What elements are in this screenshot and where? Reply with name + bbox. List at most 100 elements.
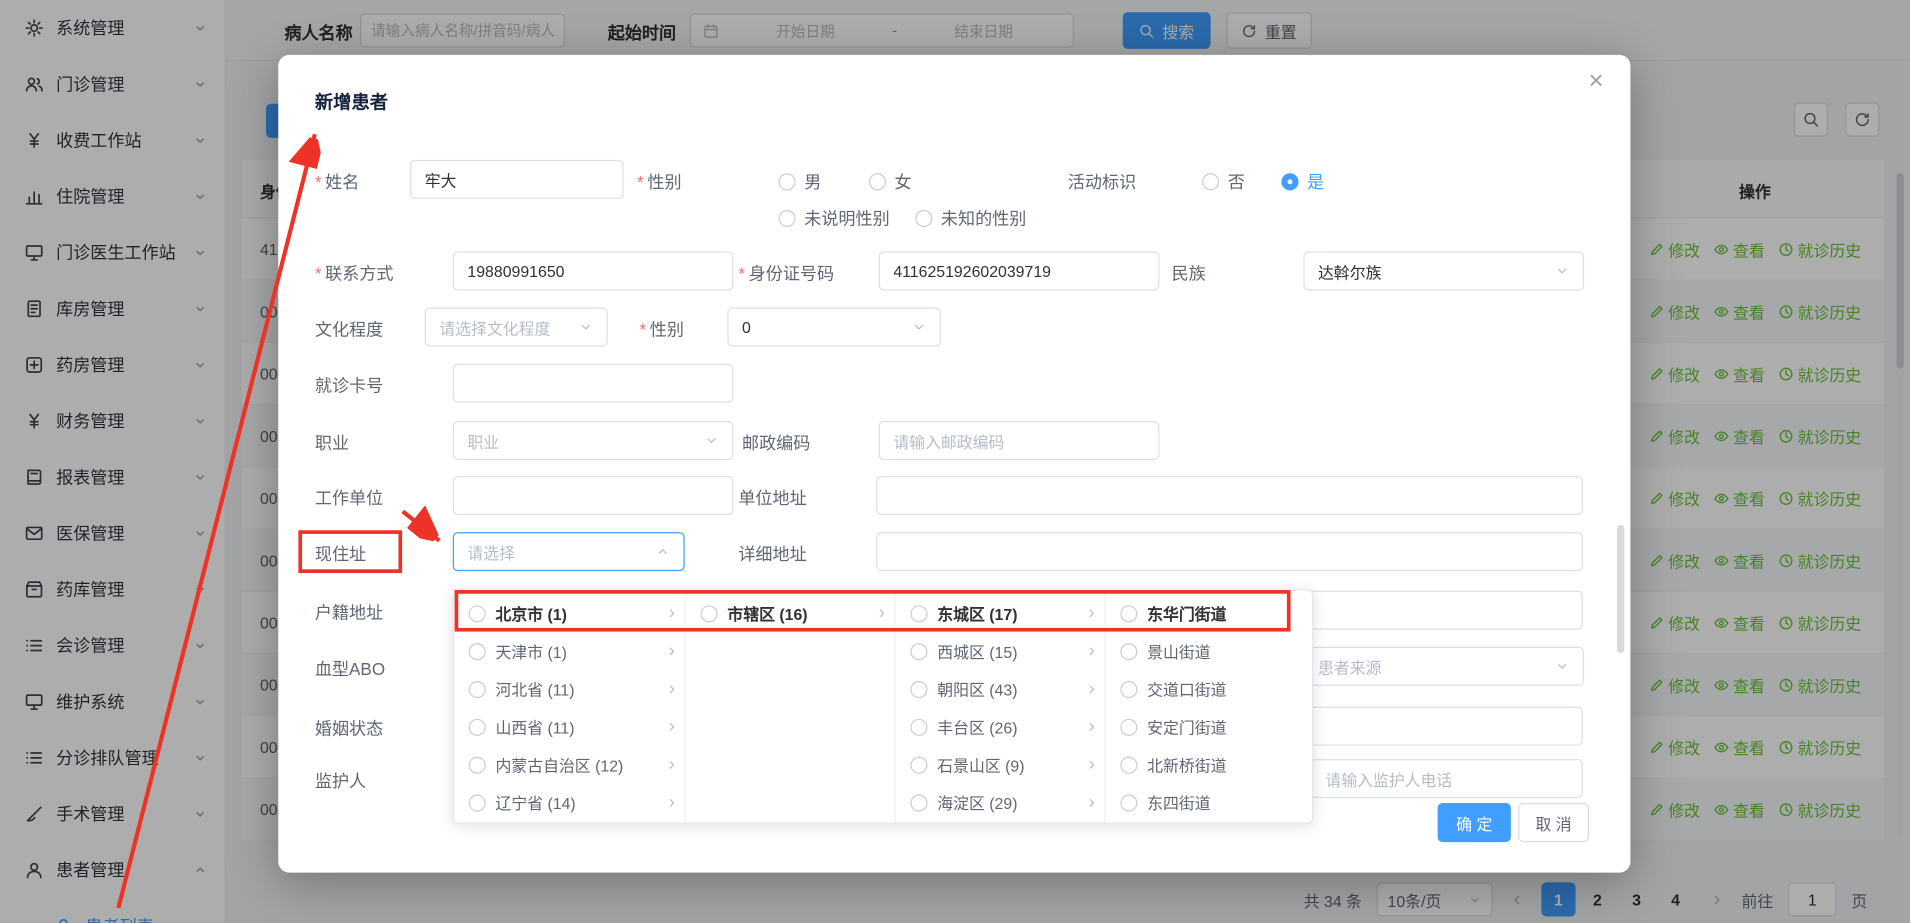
cascader-option[interactable]: 海淀区 (29) › xyxy=(896,783,1105,821)
detail-address-input[interactable] xyxy=(876,532,1583,571)
add-patient-modal: × 新增患者 *姓名 牢大 *性别 活动标识 *联系方式 19880991650… xyxy=(278,55,1630,873)
cascader-option[interactable]: 丰台区 (26) › xyxy=(896,708,1105,746)
radio-icon xyxy=(469,756,486,773)
ethnicity-label: 民族 xyxy=(1172,261,1206,285)
work-unit-input[interactable] xyxy=(453,476,734,515)
radio-icon xyxy=(915,209,932,226)
unit-address-label: 单位地址 xyxy=(738,486,806,510)
chevron-right-icon: › xyxy=(669,754,675,775)
occupation-select[interactable]: 职业 xyxy=(453,421,734,460)
id-number-input[interactable]: 411625192602039719 xyxy=(879,251,1160,290)
cascader-option[interactable]: 内蒙古自治区 (12) › xyxy=(454,746,685,784)
gender-code-select[interactable]: 0 xyxy=(727,308,941,347)
radio-icon xyxy=(1120,643,1137,660)
cascader-option[interactable]: 安定门街道 xyxy=(1106,708,1310,746)
cascader-option[interactable]: 东城区 (17) › xyxy=(896,594,1105,632)
chevron-right-icon: › xyxy=(1089,716,1095,737)
cascader-option[interactable]: 北新桥街道 xyxy=(1106,746,1310,784)
chevron-right-icon: › xyxy=(669,603,675,624)
radio-icon xyxy=(1281,173,1298,190)
cascader-column: 东华门街道 景山街道 交道口街道 xyxy=(1106,591,1310,823)
chevron-right-icon: › xyxy=(669,792,675,813)
chevron-right-icon: › xyxy=(1089,641,1095,662)
work-unit-label: 工作单位 xyxy=(315,486,383,510)
active-flag-label: 活动标识 xyxy=(1068,170,1136,194)
education-select[interactable]: 请选择文化程度 xyxy=(425,308,608,347)
gender-radio[interactable]: 未说明性别 xyxy=(779,206,890,229)
radio-icon xyxy=(1120,794,1137,811)
cascader-option[interactable]: 辽宁省 (14) › xyxy=(454,783,685,821)
cascader-option[interactable]: 东华门街道 xyxy=(1106,594,1310,632)
app-window: 系统管理 门诊管理 收费工作站 住院管理 门诊医生工作站 库房管理 xyxy=(0,0,1910,923)
cancel-button[interactable]: 取 消 xyxy=(1518,803,1589,842)
ethnicity-select[interactable]: 达斡尔族 xyxy=(1303,251,1584,290)
cascader-option[interactable]: 天津市 (1) › xyxy=(454,632,685,670)
radio-icon xyxy=(701,605,718,622)
postal-code-input[interactable]: 请输入邮政编码 xyxy=(879,421,1160,460)
blood-abo-label: 血型ABO xyxy=(315,657,385,681)
radio-icon xyxy=(469,718,486,735)
radio-icon xyxy=(910,794,927,811)
contact-label: *联系方式 xyxy=(315,261,394,285)
current-address-label: 现住址 xyxy=(315,542,366,566)
gender-radio[interactable]: 女 xyxy=(869,170,912,193)
radio-icon xyxy=(469,643,486,660)
close-icon[interactable]: × xyxy=(1589,67,1604,96)
chevron-right-icon: › xyxy=(1089,603,1095,624)
radio-icon xyxy=(1120,605,1137,622)
cascader-column: 北京市 (1) › 天津市 (1) › 河北省 (11) › xyxy=(454,591,686,823)
guardian-phone-input[interactable]: 请输入监护人电话 xyxy=(1311,759,1583,798)
active-flag-radio[interactable]: 否 xyxy=(1202,170,1245,193)
radio-icon xyxy=(779,209,796,226)
confirm-button[interactable]: 确 定 xyxy=(1438,803,1511,842)
chevron-up-icon xyxy=(655,544,670,559)
cascader-column: 东城区 (17) › 西城区 (15) › 朝阳区 (43) › xyxy=(896,591,1106,823)
chevron-down-icon xyxy=(578,320,593,335)
education-label: 文化程度 xyxy=(315,317,383,341)
detail-address-label: 详细地址 xyxy=(738,542,806,566)
cascader-option[interactable]: 交道口街道 xyxy=(1106,670,1310,708)
chevron-right-icon: › xyxy=(879,603,885,624)
chevron-right-icon: › xyxy=(669,679,675,700)
unit-address-input[interactable] xyxy=(876,476,1583,515)
chevron-right-icon: › xyxy=(1089,792,1095,813)
cascader-option[interactable]: 石景山区 (9) › xyxy=(896,746,1105,784)
chevron-right-icon: › xyxy=(669,641,675,662)
chevron-right-icon: › xyxy=(1089,754,1095,775)
radio-icon xyxy=(1120,756,1137,773)
active-flag-radio[interactable]: 是 xyxy=(1281,170,1324,193)
radio-icon xyxy=(910,643,927,660)
radio-icon xyxy=(779,173,796,190)
cascader-option[interactable]: 东四街道 xyxy=(1106,783,1310,821)
name-label: *姓名 xyxy=(315,170,359,194)
cascader-panel: 北京市 (1) › 天津市 (1) › 河北省 (11) › xyxy=(453,589,1313,823)
gender-radio[interactable]: 未知的性别 xyxy=(915,206,1026,229)
card-no-label: 就诊卡号 xyxy=(315,373,383,397)
cascader-option[interactable]: 景山街道 xyxy=(1106,632,1310,670)
patient-source-select[interactable]: 患者来源 xyxy=(1303,647,1584,686)
cascader-option[interactable]: 市辖区 (16) › xyxy=(686,594,895,632)
radio-icon xyxy=(910,680,927,697)
cascader-option[interactable]: 山西省 (11) › xyxy=(454,708,685,746)
chevron-down-icon xyxy=(704,433,719,448)
occupation-label: 职业 xyxy=(315,431,349,455)
gender-radio[interactable]: 男 xyxy=(779,170,822,193)
radio-icon xyxy=(469,794,486,811)
cascader-option[interactable]: 西城区 (15) › xyxy=(896,632,1105,670)
modal-title: 新增患者 xyxy=(315,89,388,115)
id-number-label: *身份证号码 xyxy=(738,261,834,285)
radio-icon xyxy=(1120,680,1137,697)
card-no-input[interactable] xyxy=(453,364,734,403)
name-input[interactable]: 牢大 xyxy=(410,160,624,199)
guardian-label: 监护人 xyxy=(315,769,366,793)
current-address-select[interactable]: 请选择 xyxy=(453,532,685,571)
radio-icon xyxy=(869,173,886,190)
cascader-option[interactable]: 朝阳区 (43) › xyxy=(896,670,1105,708)
cascader-option[interactable]: 北京市 (1) › xyxy=(454,594,685,632)
modal-scrollbar[interactable] xyxy=(1617,525,1624,653)
cascader-option[interactable]: 河北省 (11) › xyxy=(454,670,685,708)
radio-icon xyxy=(1120,718,1137,735)
gender-code-label: *性别 xyxy=(639,317,683,341)
contact-input[interactable]: 19880991650 xyxy=(453,251,734,290)
cascader-column: 市辖区 (16) › xyxy=(686,591,896,823)
